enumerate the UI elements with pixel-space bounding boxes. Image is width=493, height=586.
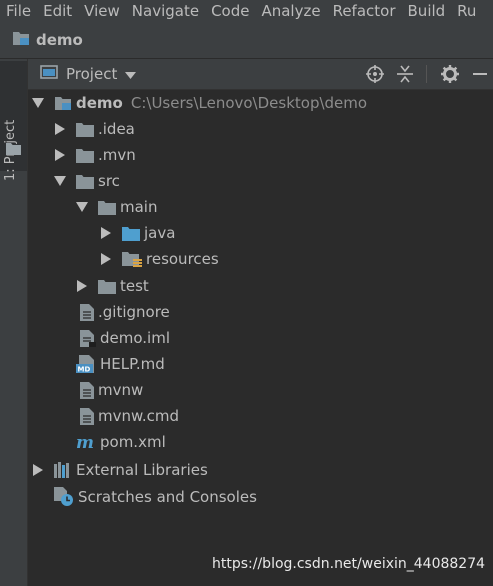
- tree-item-mvnw-cmd[interactable]: mvnw.cmd: [76, 403, 179, 429]
- folder-icon: [6, 141, 21, 159]
- library-icon: [54, 462, 72, 478]
- menu-edit[interactable]: Edit: [37, 0, 78, 22]
- tree-label-idea: .idea: [98, 120, 135, 138]
- tree-item-demo[interactable]: demo C:\Users\Lenovo\Desktop\demo: [32, 90, 367, 116]
- project-folder-icon: [12, 30, 30, 50]
- project-tool-tab[interactable]: 1: Project: [0, 61, 27, 181]
- tree-label-external-libraries: External Libraries: [76, 461, 208, 479]
- navigation-bar: demo: [0, 22, 493, 59]
- menu-navigate[interactable]: Navigate: [126, 0, 205, 22]
- tree-label-scratches: Scratches and Consoles: [78, 488, 257, 506]
- folder-icon: [76, 148, 94, 163]
- menu-view[interactable]: View: [78, 0, 126, 22]
- tree-label-java: java: [144, 224, 176, 242]
- tree-label-src: src: [98, 172, 120, 190]
- gear-icon[interactable]: [437, 61, 463, 87]
- menu-refactor[interactable]: Refactor: [327, 0, 402, 22]
- resources-folder-icon: [122, 251, 142, 267]
- menu-analyze[interactable]: Analyze: [255, 0, 326, 22]
- view-selector-label[interactable]: Project: [66, 65, 117, 83]
- project-tree: demo C:\Users\Lenovo\Desktop\demo .idea …: [28, 90, 493, 586]
- tree-item-scratches[interactable]: Scratches and Consoles: [54, 484, 257, 510]
- tree-item-demo-iml[interactable]: demo.iml: [76, 325, 170, 351]
- project-tool-tab-label: 1: Project: [3, 119, 18, 181]
- tree-label-demo: demo: [76, 94, 123, 112]
- tree-label-gitignore: .gitignore: [98, 303, 170, 321]
- expanded-arrow-icon[interactable]: [76, 201, 88, 213]
- tree-label-mvnw-cmd: mvnw.cmd: [98, 407, 180, 425]
- menu-run[interactable]: Ru: [451, 0, 482, 22]
- chevron-down-icon[interactable]: [125, 65, 137, 83]
- project-view-icon: [40, 64, 58, 84]
- toolbar-divider: [426, 65, 427, 83]
- collapse-icon[interactable]: [392, 61, 418, 87]
- collapsed-arrow-icon[interactable]: [100, 253, 112, 265]
- tree-item-resources[interactable]: resources: [100, 246, 219, 272]
- tree-label-help-md: HELP.md: [100, 355, 165, 373]
- tree-item-help-md[interactable]: MD HELP.md: [76, 351, 165, 377]
- tree-label-test: test: [120, 277, 149, 295]
- module-folder-icon: [54, 95, 72, 111]
- expanded-arrow-icon[interactable]: [32, 97, 44, 109]
- collapsed-arrow-icon[interactable]: [100, 227, 112, 239]
- menu-build[interactable]: Build: [402, 0, 452, 22]
- maven-icon: m: [76, 434, 96, 451]
- text-file-icon: [80, 381, 94, 399]
- folder-icon: [76, 122, 94, 137]
- tree-item-gitignore[interactable]: .gitignore: [76, 299, 170, 325]
- menu-file[interactable]: File: [0, 0, 37, 22]
- minimize-icon[interactable]: [467, 61, 493, 87]
- folder-icon: [76, 174, 94, 189]
- tree-item-mvnw[interactable]: mvnw: [76, 377, 143, 403]
- expanded-arrow-icon[interactable]: [54, 175, 66, 187]
- collapsed-arrow-icon[interactable]: [32, 464, 44, 476]
- tree-item-test[interactable]: test: [76, 273, 149, 299]
- collapsed-arrow-icon[interactable]: [54, 149, 66, 161]
- tree-label-mvnw: mvnw: [98, 381, 144, 399]
- project-tool-window-header: Project: [28, 59, 493, 90]
- menu-bar: File Edit View Navigate Code Analyze Ref…: [0, 0, 493, 22]
- markdown-file-icon: MD: [76, 355, 96, 373]
- scratches-icon: [54, 487, 74, 507]
- tree-item-java[interactable]: java: [100, 220, 175, 246]
- collapsed-arrow-icon[interactable]: [76, 280, 88, 292]
- locate-icon[interactable]: [362, 61, 388, 87]
- folder-icon: [98, 279, 116, 294]
- tree-item-idea[interactable]: .idea: [54, 116, 135, 142]
- tree-item-src[interactable]: src: [54, 168, 120, 194]
- tree-item-external-libraries[interactable]: External Libraries: [32, 457, 208, 483]
- tree-label-mvn: .mvn: [98, 146, 136, 164]
- watermark: https://blog.csdn.net/weixin_44088274: [212, 556, 486, 572]
- tree-item-pom-xml[interactable]: m pom.xml: [76, 429, 166, 455]
- folder-icon: [98, 200, 116, 215]
- tree-path-demo: C:\Users\Lenovo\Desktop\demo: [130, 94, 368, 112]
- tree-item-mvn[interactable]: .mvn: [54, 142, 136, 168]
- source-folder-icon: [122, 226, 140, 241]
- tree-label-demo-iml: demo.iml: [100, 329, 170, 347]
- tree-label-resources: resources: [146, 250, 219, 268]
- text-file-icon: [80, 303, 94, 321]
- menu-code[interactable]: Code: [205, 0, 255, 22]
- iml-file-icon: [80, 329, 96, 347]
- breadcrumb-project[interactable]: demo: [36, 31, 83, 49]
- svg-text:MD: MD: [78, 366, 91, 374]
- collapsed-arrow-icon[interactable]: [54, 123, 66, 135]
- svg-text:m: m: [76, 434, 94, 451]
- tree-label-main: main: [120, 198, 158, 216]
- left-tool-strip: 1: Project: [0, 59, 28, 586]
- tree-item-main[interactable]: main: [76, 194, 157, 220]
- tree-label-pom-xml: pom.xml: [100, 433, 166, 451]
- text-file-icon: [80, 407, 94, 425]
